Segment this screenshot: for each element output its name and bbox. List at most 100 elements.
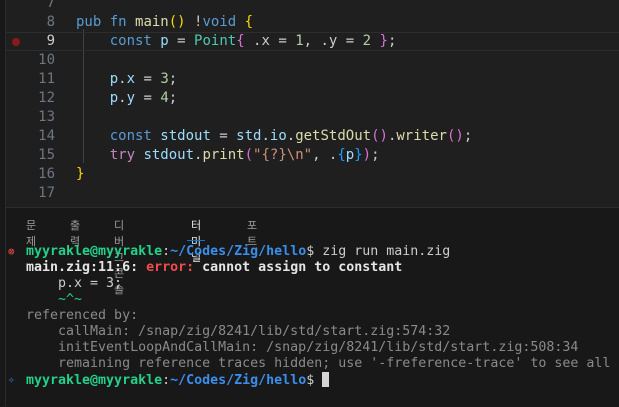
terminal-token: error: xyxy=(146,260,203,275)
terminal-token: initEventLoopAndCallMain: /snap/zig/8241… xyxy=(26,340,579,355)
terminal-line: ~^~ xyxy=(26,292,82,308)
code-line: 16} xyxy=(6,165,619,184)
line-number: 14 xyxy=(38,128,55,144)
terminal-token: ~/Codes/Zig/hello xyxy=(170,244,307,259)
code-token: , . xyxy=(312,147,338,163)
line-number: 8 xyxy=(46,14,55,30)
terminal-token: p.x = 3; xyxy=(26,276,123,291)
code-token: fn xyxy=(109,14,136,30)
code-token: print xyxy=(202,147,245,163)
terminal-token: remaining reference traces hidden; use '… xyxy=(26,356,611,371)
code-token: x xyxy=(126,71,136,87)
error-status-icon[interactable]: ⊗ xyxy=(8,244,15,260)
prompt-status-icon[interactable]: ✧ xyxy=(8,372,15,388)
line-number: 12 xyxy=(38,90,55,106)
terminal-line: main.zig:11:6: error: cannot assign to c… xyxy=(26,260,402,276)
terminal-token: myyrakle@myyrakle xyxy=(26,244,163,259)
code-token: 4 xyxy=(160,90,169,106)
code-line: 10 xyxy=(6,51,619,70)
code-token: ) xyxy=(455,128,464,144)
code-token: ) xyxy=(177,14,186,30)
code-token: stdout xyxy=(160,128,211,144)
code-token: writer xyxy=(396,128,447,144)
line-number: 13 xyxy=(38,109,55,125)
code-line: 11 p.x = 3; xyxy=(6,70,619,89)
code-token: 3 xyxy=(160,71,169,87)
code-token: = xyxy=(210,128,237,144)
code-token: ; xyxy=(168,71,178,87)
terminal-token: myyrakle@myyrakle xyxy=(26,373,163,388)
code-token: { xyxy=(236,33,245,49)
code-token: p xyxy=(109,90,119,106)
code-token: = xyxy=(135,71,161,87)
code-text: } xyxy=(76,165,84,184)
code-token: io xyxy=(269,128,287,144)
code-token: ; xyxy=(463,128,473,144)
code-line: 7 xyxy=(6,0,619,13)
code-token: pub xyxy=(76,14,110,30)
line-number: 11 xyxy=(38,71,55,87)
code-token: .x = xyxy=(244,33,296,49)
code-token: ( xyxy=(244,147,254,163)
code-token: = xyxy=(168,33,195,49)
code-token: Point xyxy=(194,33,237,49)
line-number: 15 xyxy=(38,147,55,163)
code-text: p.y = 4; xyxy=(76,89,177,108)
code-token: 2 xyxy=(362,33,372,49)
code-line: 14 const stdout = std.io.getStdOut().wri… xyxy=(6,127,619,146)
terminal-token: ~/Codes/Zig/hello xyxy=(170,373,307,388)
code-token: std xyxy=(236,128,262,144)
code-token: { xyxy=(337,147,346,163)
code-token: } xyxy=(379,33,388,49)
code-editor[interactable]: 7 8 pub fn main() !void {9 const p = Point… xyxy=(6,0,619,207)
terminal-line: remaining reference traces hidden; use '… xyxy=(26,356,610,372)
code-token: void xyxy=(202,14,237,30)
code-line: 8 pub fn main() !void { xyxy=(6,13,619,32)
code-text: const stdout = std.io.getStdOut().writer… xyxy=(76,127,473,146)
terminal-token: main.zig:11:6: xyxy=(26,260,147,275)
code-token: try xyxy=(109,147,144,163)
code-token: 1 xyxy=(295,33,304,49)
code-token: } xyxy=(76,166,85,182)
code-token: y xyxy=(126,90,136,106)
code-token: , .y = xyxy=(303,33,363,49)
code-token: ( xyxy=(168,14,178,30)
code-token: ) xyxy=(379,128,388,144)
terminal-token: callMain: /snap/zig/8241/lib/std/start.z… xyxy=(26,324,451,339)
terminal-token: referenced by: xyxy=(26,308,139,323)
code-token: p xyxy=(109,71,119,87)
code-line: 13 xyxy=(6,108,619,127)
code-token: . xyxy=(118,71,127,87)
terminal-line: p.x = 3; xyxy=(26,276,122,292)
code-token: . xyxy=(261,128,270,144)
terminal-token: : xyxy=(162,244,171,259)
line-number: 9 xyxy=(46,33,55,49)
terminal-token: cannot assign to constant xyxy=(202,260,403,275)
code-token: . xyxy=(118,90,127,106)
code-token: main xyxy=(135,14,169,30)
terminal-cursor xyxy=(322,372,330,387)
code-text: try stdout.print("{?}\n", .{p}); xyxy=(76,146,380,165)
code-token: stdout xyxy=(143,147,195,163)
code-text: pub fn main() !void { xyxy=(76,13,253,32)
line-number: 16 xyxy=(38,166,55,182)
code-token: . xyxy=(286,128,296,144)
code-line: 9 const p = Point{ .x = 1, .y = 2 }; xyxy=(6,32,619,51)
terminal-line: initEventLoopAndCallMain: /snap/zig/8241… xyxy=(26,340,578,356)
terminal-line: ⊗ myyrakle@myyrakle:~/Codes/Zig/hello$ zi… xyxy=(8,244,450,260)
code-token: p xyxy=(160,33,169,49)
code-line: 15 try stdout.print("{?}\n", .{p}); xyxy=(6,146,619,165)
terminal-token: ~^~ xyxy=(26,292,83,307)
code-token: } xyxy=(354,147,363,163)
terminal-line: referenced by: xyxy=(26,308,138,324)
code-token: ) xyxy=(362,147,372,163)
line-number: 10 xyxy=(38,52,55,68)
terminal-line: callMain: /snap/zig/8241/lib/std/start.z… xyxy=(26,324,450,340)
bottom-panel: 문제 출력 디버그 콘솔 터미널 포트 ⊗ myyrakle@myyrakle:~/Cod… xyxy=(6,207,619,407)
